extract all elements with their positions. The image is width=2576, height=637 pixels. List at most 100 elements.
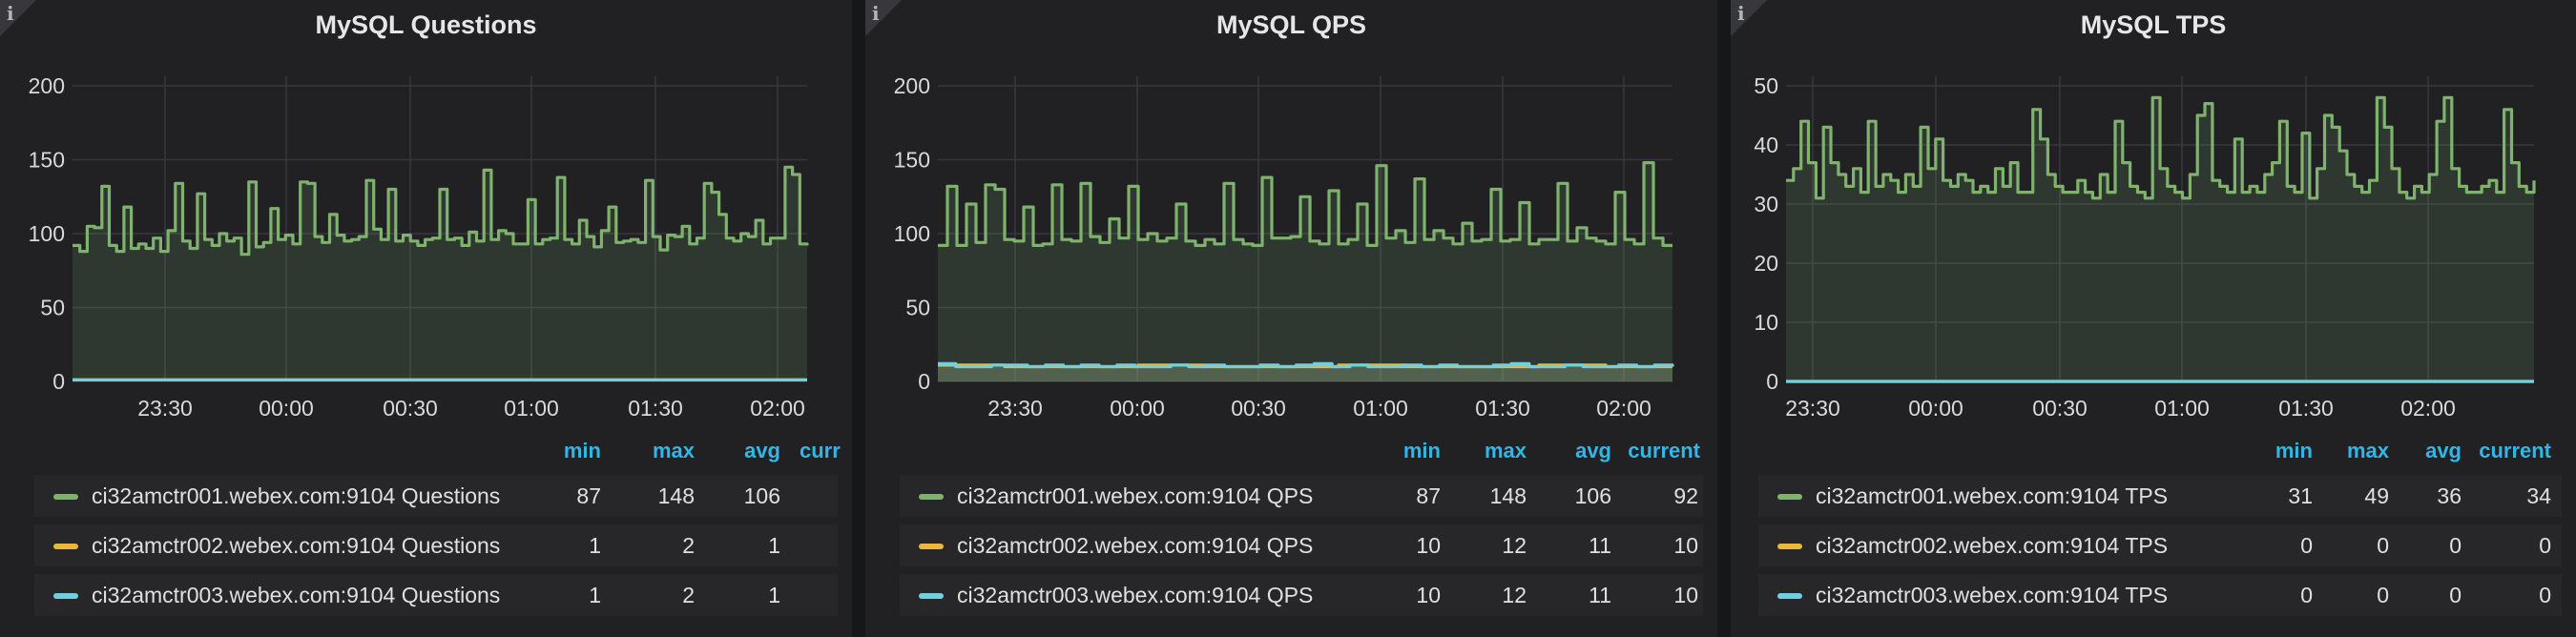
legend-avg: 1 bbox=[768, 583, 780, 607]
legend-max: 0 bbox=[2377, 583, 2389, 607]
legend-col-max[interactable]: max bbox=[1447, 439, 1527, 463]
legend-col-avg[interactable]: avg bbox=[2399, 439, 2462, 463]
legend-row[interactable]: ci32amctr003.webex.com:9104 Questions 1 … bbox=[34, 574, 838, 616]
series-name[interactable]: ci32amctr002.webex.com:9104 Questions bbox=[92, 533, 500, 559]
series-color-swatch[interactable] bbox=[1777, 494, 1802, 500]
legend-row[interactable]: ci32amctr003.webex.com:9104 TPS 0 0 0 0 bbox=[1758, 574, 2562, 616]
series-color-swatch[interactable] bbox=[53, 544, 78, 549]
x-tick-label: 23:30 bbox=[1785, 396, 1840, 421]
x-tick-label: 00:00 bbox=[259, 396, 314, 421]
series-color-swatch[interactable] bbox=[1777, 593, 1802, 599]
x-tick-label: 02:00 bbox=[750, 396, 805, 421]
series-name[interactable]: ci32amctr001.webex.com:9104 QPS bbox=[957, 483, 1313, 509]
x-tick-label: 00:00 bbox=[1110, 396, 1165, 421]
legend-max: 12 bbox=[1502, 533, 1527, 558]
x-tick-label: 01:00 bbox=[1353, 396, 1408, 421]
y-tick-label: 50 bbox=[905, 296, 930, 320]
series-name[interactable]: ci32amctr002.webex.com:9104 TPS bbox=[1816, 533, 2168, 559]
y-tick-label: 150 bbox=[29, 148, 65, 173]
y-tick-label: 100 bbox=[29, 221, 65, 246]
legend-min: 0 bbox=[2300, 583, 2313, 607]
series-name[interactable]: ci32amctr003.webex.com:9104 Questions bbox=[92, 583, 500, 608]
series-name[interactable]: ci32amctr003.webex.com:9104 QPS bbox=[957, 583, 1313, 608]
legend-max: 148 bbox=[1489, 483, 1527, 508]
y-tick-label: 200 bbox=[894, 73, 930, 98]
legend-col-avg[interactable]: avg bbox=[712, 439, 780, 463]
legend-current: 0 bbox=[2539, 533, 2551, 558]
legend-max: 2 bbox=[682, 533, 695, 558]
x-tick-label: 00:00 bbox=[1908, 396, 1963, 421]
legend-min: 87 bbox=[576, 483, 601, 508]
x-tick-label: 01:00 bbox=[2154, 396, 2210, 421]
series-color-swatch[interactable] bbox=[919, 544, 944, 549]
y-tick-label: 30 bbox=[1754, 192, 1778, 216]
legend-col-min[interactable]: min bbox=[534, 439, 601, 463]
y-tick-label: 200 bbox=[29, 73, 65, 98]
legend-min: 10 bbox=[1416, 583, 1441, 607]
legend-min: 10 bbox=[1416, 533, 1441, 558]
panel-mysql-questions[interactable]: i MySQL Questions 0 50 100 150 200 23:30 00:00… bbox=[0, 0, 852, 637]
legend-avg: 0 bbox=[2449, 533, 2462, 558]
legend-avg: 1 bbox=[768, 533, 780, 558]
chart-plot: 0 50 100 150 200 23:30 00:00 00:30 01:00 01:30 02:… bbox=[894, 73, 1674, 421]
legend-min: 0 bbox=[2300, 533, 2313, 558]
series-name[interactable]: ci32amctr002.webex.com:9104 QPS bbox=[957, 533, 1313, 559]
legend-row[interactable]: ci32amctr001.webex.com:9104 QPS 87 148 1… bbox=[900, 475, 1703, 517]
legend-current: 10 bbox=[1673, 533, 1698, 558]
legend-col-current[interactable]: current bbox=[2456, 439, 2551, 463]
legend-max: 0 bbox=[2377, 533, 2389, 558]
x-tick-label: 01:30 bbox=[1475, 396, 1530, 421]
series-name[interactable]: ci32amctr001.webex.com:9104 TPS bbox=[1816, 483, 2168, 509]
x-tick-label: 23:30 bbox=[137, 396, 193, 421]
chart-plot: 0 50 100 150 200 23:30 00:00 00:30 01:00 01:30 02:… bbox=[29, 73, 809, 421]
legend-min: 31 bbox=[2288, 483, 2313, 508]
x-tick-label: 01:30 bbox=[2278, 396, 2334, 421]
legend-row[interactable]: ci32amctr003.webex.com:9104 QPS 10 12 11… bbox=[900, 574, 1703, 616]
legend-row[interactable]: ci32amctr001.webex.com:9104 Questions 87… bbox=[34, 475, 838, 517]
y-tick-label: 40 bbox=[1754, 133, 1778, 157]
legend-col-max[interactable]: max bbox=[2322, 439, 2389, 463]
series-color-swatch[interactable] bbox=[1777, 544, 1802, 549]
series-color-swatch[interactable] bbox=[53, 494, 78, 500]
series-color-swatch[interactable] bbox=[53, 593, 78, 599]
x-tick-label: 01:00 bbox=[504, 396, 559, 421]
legend-col-max[interactable]: max bbox=[620, 439, 695, 463]
y-tick-label: 10 bbox=[1754, 310, 1778, 335]
legend-col-min[interactable]: min bbox=[1371, 439, 1441, 463]
legend-col-min[interactable]: min bbox=[2246, 439, 2313, 463]
x-tick-label: 01:30 bbox=[628, 396, 683, 421]
legend-current: 10 bbox=[1673, 583, 1698, 607]
panel-mysql-tps[interactable]: i MySQL TPS 0 10 20 30 40 50 23:30 00:00 00:30 01… bbox=[1731, 0, 2576, 637]
series-name[interactable]: ci32amctr001.webex.com:9104 Questions bbox=[92, 483, 500, 509]
y-tick-label: 150 bbox=[894, 148, 930, 173]
legend-current: 34 bbox=[2526, 483, 2551, 508]
y-tick-label: 100 bbox=[894, 221, 930, 246]
legend-row[interactable]: ci32amctr002.webex.com:9104 TPS 0 0 0 0 bbox=[1758, 524, 2562, 566]
legend-col-current[interactable]: current bbox=[1600, 439, 1700, 463]
x-tick-label: 02:00 bbox=[1596, 396, 1652, 421]
legend-row[interactable]: ci32amctr002.webex.com:9104 QPS 10 12 11… bbox=[900, 524, 1703, 566]
legend-max: 148 bbox=[657, 483, 695, 508]
legend-col-current[interactable]: curr bbox=[800, 439, 852, 463]
series-color-swatch[interactable] bbox=[919, 593, 944, 599]
series-name[interactable]: ci32amctr003.webex.com:9104 TPS bbox=[1816, 583, 2168, 608]
legend-row[interactable]: ci32amctr001.webex.com:9104 TPS 31 49 36… bbox=[1758, 475, 2562, 517]
legend-header: min max avg curr bbox=[0, 439, 852, 467]
y-tick-label: 50 bbox=[40, 296, 65, 320]
panel-mysql-qps[interactable]: i MySQL QPS 0 50 100 150 200 23:30 00:00 00:30 0… bbox=[865, 0, 1717, 637]
y-tick-label: 0 bbox=[52, 369, 65, 394]
legend-avg: 0 bbox=[2449, 583, 2462, 607]
chart-plot: 0 10 20 30 40 50 23:30 00:00 00:30 01:00 01:30 02:0… bbox=[1754, 73, 2536, 421]
y-tick-label: 0 bbox=[1766, 369, 1778, 394]
x-tick-label: 00:30 bbox=[2032, 396, 2088, 421]
series-color-swatch[interactable] bbox=[919, 494, 944, 500]
x-tick-label: 23:30 bbox=[987, 396, 1043, 421]
y-tick-label: 20 bbox=[1754, 251, 1778, 276]
legend-max: 49 bbox=[2364, 483, 2389, 508]
legend-min: 1 bbox=[589, 583, 601, 607]
x-tick-label: 02:00 bbox=[2400, 396, 2456, 421]
legend-header: min max avg current bbox=[1731, 439, 2576, 467]
legend-max: 2 bbox=[682, 583, 695, 607]
legend-row[interactable]: ci32amctr002.webex.com:9104 Questions 1 … bbox=[34, 524, 838, 566]
x-tick-label: 00:30 bbox=[1231, 396, 1286, 421]
